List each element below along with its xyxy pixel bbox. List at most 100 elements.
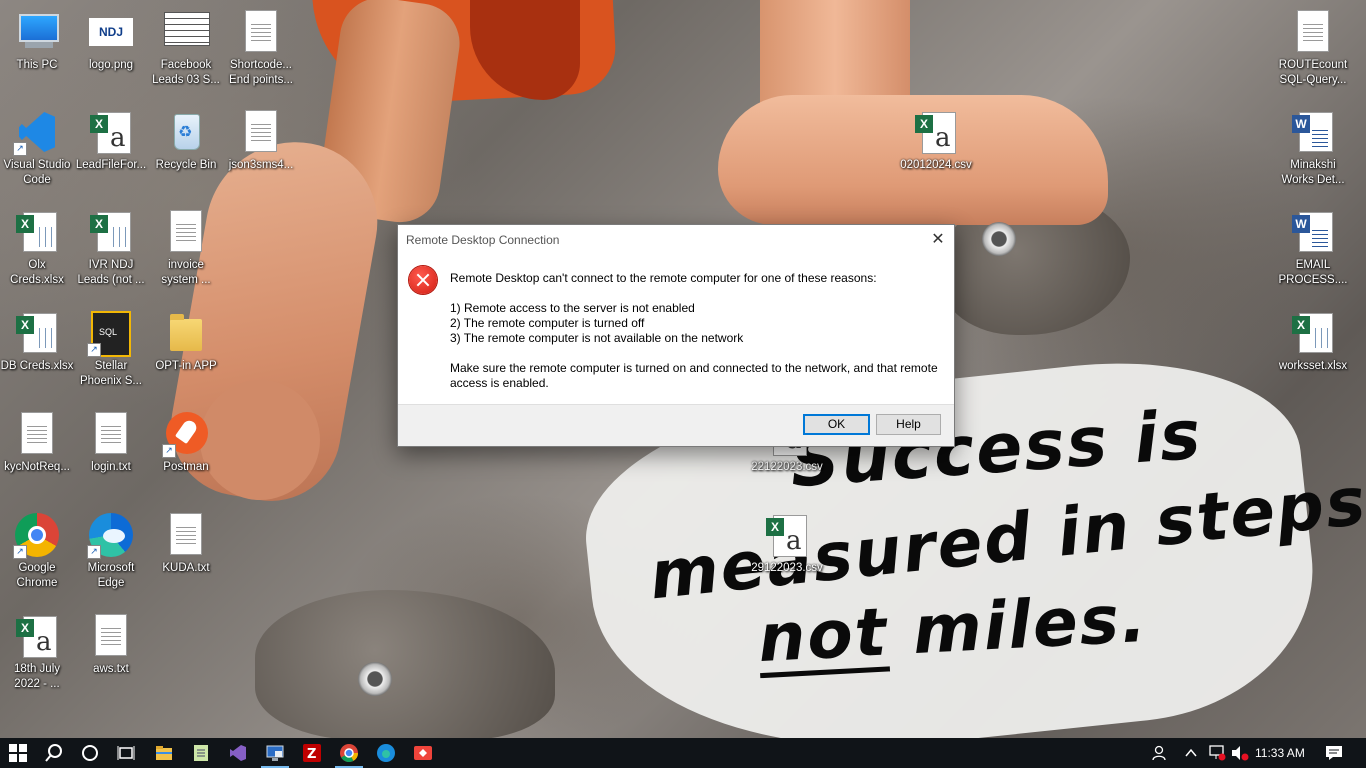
- desktop-icon-label: 29122023.csv: [751, 562, 823, 574]
- desktop-icon-visual-studio-code[interactable]: ↗ Visual Studio Code: [0, 108, 74, 188]
- desktop-icon-microsoft-edge[interactable]: ↗ Microsoft Edge: [74, 511, 148, 591]
- dialog-titlebar[interactable]: Remote Desktop Connection ✕: [398, 225, 954, 254]
- desktop-icon-label: DB Creds.xlsx: [0, 360, 74, 372]
- desktop-icon-stellar-phoenix[interactable]: ↗ Stellar Phoenix S...: [74, 309, 148, 389]
- desktop-icon-label: Facebook Leads 03 S...: [152, 59, 220, 86]
- wallpaper-quote-underlined: not: [756, 593, 890, 678]
- text-file-icon: [245, 10, 277, 52]
- taskbar-visual-studio[interactable]: [220, 738, 256, 768]
- desktop-icon-label: invoice system ...: [161, 259, 211, 286]
- taskbar-anydesk[interactable]: [405, 738, 441, 768]
- desktop-icon-label: Google Chrome: [16, 562, 58, 589]
- desktop-icon-kuda-txt[interactable]: KUDA.txt: [149, 511, 223, 576]
- desktop-icon-logo-png[interactable]: NDJ logo.png: [74, 8, 148, 73]
- desktop-icon-this-pc[interactable]: This PC: [0, 8, 74, 73]
- desktop-icon-label: Olx Creds.xlsx: [10, 259, 64, 286]
- task-view-button[interactable]: [108, 738, 144, 768]
- csv-file-icon: [915, 112, 956, 154]
- desktop-icon-label: logo.png: [88, 59, 134, 71]
- desktop-icon-email-process[interactable]: EMAIL PROCESS....: [1276, 208, 1350, 288]
- folder-icon: [170, 314, 202, 351]
- shortcut-arrow-icon: ↗: [162, 444, 176, 458]
- notepad-icon: [194, 745, 208, 761]
- desktop-icon-worksset-xlsx[interactable]: worksset.xlsx: [1276, 309, 1350, 374]
- file-explorer-icon: [156, 746, 172, 760]
- dialog-title: Remote Desktop Connection: [406, 233, 560, 247]
- desktop-icon-label: Recycle Bin: [155, 159, 217, 171]
- close-icon[interactable]: ✕: [922, 225, 954, 254]
- text-file-icon: [95, 412, 127, 454]
- ok-button[interactable]: OK: [803, 414, 870, 435]
- desktop-icon-label: ROUTEcount SQL-Query...: [1278, 59, 1348, 86]
- desktop-icon-db-creds[interactable]: DB Creds.xlsx: [0, 309, 74, 374]
- desktop-icon-label: Microsoft Edge: [87, 562, 135, 589]
- desktop-icon-ivr-ndj-leads[interactable]: IVR NDJ Leads (not ...: [74, 208, 148, 288]
- desktop-icon-29122023-csv[interactable]: 29122023.csv: [750, 511, 824, 576]
- word-file-icon: [1292, 112, 1333, 152]
- dialog-button-bar: OK Help: [398, 404, 954, 446]
- desktop-icon-label: Visual Studio Code: [3, 159, 71, 186]
- desktop-icon-label: EMAIL PROCESS....: [1278, 259, 1348, 286]
- visual-studio-icon: [230, 745, 246, 761]
- taskbar-file-explorer[interactable]: [146, 738, 182, 768]
- dialog-message-body: Remote Desktop can't connect to the remo…: [450, 271, 945, 391]
- desktop-icon-label: Minakshi Works Det...: [1281, 159, 1345, 186]
- start-button[interactable]: [0, 738, 36, 768]
- taskbar-chrome[interactable]: [331, 738, 367, 768]
- desktop-icon-google-chrome[interactable]: ↗ Google Chrome: [0, 511, 74, 591]
- desktop-icon-18th-july[interactable]: 18th July 2022 - ...: [0, 612, 74, 692]
- desktop-icon-leadfilefor[interactable]: LeadFileFor...: [74, 108, 148, 173]
- text-file-icon: [21, 412, 53, 454]
- desktop-icon-label: 02012024.csv: [900, 159, 972, 171]
- network-status[interactable]: [1204, 738, 1230, 768]
- tray-overflow-button[interactable]: [1178, 738, 1204, 768]
- volume-control[interactable]: [1228, 738, 1252, 768]
- search-button[interactable]: [36, 738, 72, 768]
- taskbar: Z 11:33 AM: [0, 738, 1366, 768]
- desktop-icon-label: 18th July 2022 - ...: [13, 663, 61, 690]
- desktop-icon-label: Postman: [163, 461, 209, 473]
- taskbar-clock[interactable]: 11:33 AM: [1255, 746, 1305, 760]
- taskbar-remote-desktop[interactable]: [257, 738, 293, 768]
- shortcut-arrow-icon: ↗: [87, 343, 101, 357]
- shortcut-arrow-icon: ↗: [13, 142, 27, 156]
- shortcut-arrow-icon: ↗: [87, 545, 101, 559]
- desktop-icon-json3sms4[interactable]: json3sms4...: [224, 108, 298, 173]
- volume-muted-icon: [1232, 746, 1249, 761]
- people-button[interactable]: [1145, 738, 1175, 768]
- desktop-icon-kycnotreq[interactable]: kycNotReq...: [0, 410, 74, 475]
- desktop-icon-02012024-csv[interactable]: 02012024.csv: [899, 108, 973, 173]
- taskbar-notepad[interactable]: [183, 738, 219, 768]
- word-file-icon: [1292, 212, 1333, 252]
- desktop-icon-label: worksset.xlsx: [1278, 360, 1348, 372]
- desktop-icon-facebook-leads[interactable]: Facebook Leads 03 S...: [149, 8, 223, 88]
- taskbar-filezilla[interactable]: Z: [294, 738, 330, 768]
- desktop-icon-invoice-system[interactable]: invoice system ...: [149, 208, 223, 288]
- excel-file-icon: [1292, 313, 1333, 353]
- desktop-icon-routecount-sql[interactable]: ROUTEcount SQL-Query...: [1276, 8, 1350, 88]
- desktop-icon-label: OPT-in APP: [155, 360, 217, 372]
- start-icon: [9, 744, 27, 762]
- desktop-icon-recycle-bin[interactable]: Recycle Bin: [149, 108, 223, 173]
- desktop-icon-opt-in-app[interactable]: OPT-in APP: [149, 309, 223, 374]
- desktop-icon-label: aws.txt: [93, 663, 129, 675]
- cortana-button[interactable]: [72, 738, 108, 768]
- wallpaper-quote-rest: miles.: [885, 579, 1150, 671]
- anydesk-icon: [414, 746, 432, 760]
- desktop-icon-postman[interactable]: ↗ Postman: [149, 410, 223, 475]
- taskbar-edge[interactable]: [368, 738, 404, 768]
- csv-file-icon: [90, 112, 131, 154]
- shortcut-arrow-icon: ↗: [13, 545, 27, 559]
- desktop-icon-aws-txt[interactable]: aws.txt: [74, 612, 148, 677]
- edge-icon: [377, 744, 395, 762]
- action-center-button[interactable]: [1318, 738, 1350, 768]
- dialog-reason: 3) The remote computer is not available …: [450, 331, 744, 345]
- desktop-icon-label: IVR NDJ Leads (not ...: [77, 259, 145, 286]
- desktop-icon-minakshi-works[interactable]: Minakshi Works Det...: [1276, 108, 1350, 188]
- desktop-icon-olx-creds[interactable]: Olx Creds.xlsx: [0, 208, 74, 288]
- remote-desktop-icon: [266, 745, 284, 761]
- desktop-icon-shortcode-endpoints[interactable]: Shortcode... End points...: [224, 8, 298, 88]
- desktop-icon-login-txt[interactable]: login.txt: [74, 410, 148, 475]
- desktop-icon-label: LeadFileFor...: [75, 159, 147, 171]
- help-button[interactable]: Help: [876, 414, 941, 435]
